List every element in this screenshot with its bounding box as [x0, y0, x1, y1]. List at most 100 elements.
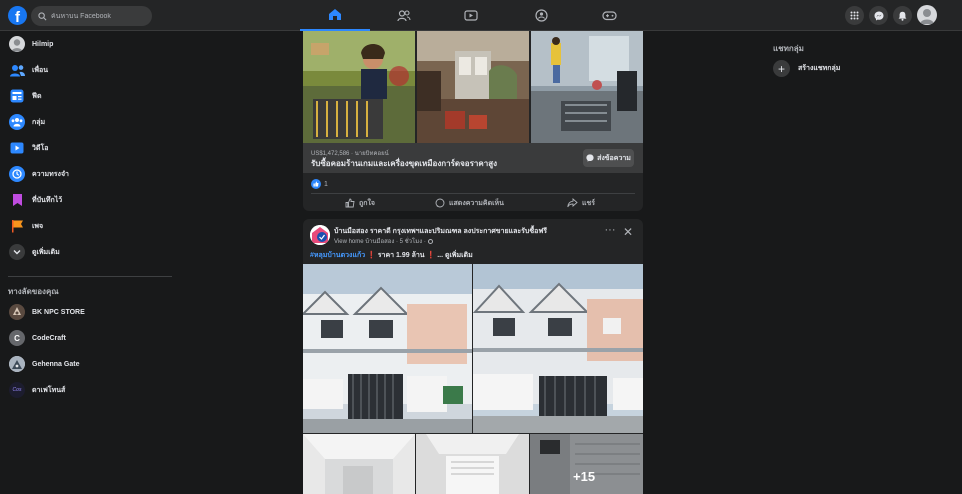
- sidebar-item-label: เพื่อน: [32, 66, 48, 74]
- shortcut-avatar: C: [9, 330, 25, 346]
- more-photos-count[interactable]: +15: [573, 469, 595, 484]
- chevron-down-icon: [9, 244, 25, 260]
- shortcut-label: CodeCraft: [32, 334, 66, 342]
- house-photo-2[interactable]: [473, 264, 643, 433]
- ad-photo-1[interactable]: [303, 31, 415, 143]
- messenger-icon: [586, 154, 594, 162]
- facebook-logo[interactable]: f: [8, 6, 27, 25]
- group-post-card: บ้านมือสอง ราคาดี กรุงเทพฯและปริมณฑล ลงป…: [303, 219, 643, 494]
- share-label: แชร์: [582, 199, 596, 207]
- send-message-button[interactable]: ส่งข้อความ: [583, 149, 634, 167]
- shortcut-item-gehenna-gate[interactable]: Gehenna Gate: [0, 351, 85, 377]
- comment-label: แสดงความคิดเห็น: [449, 199, 504, 207]
- page-avatar[interactable]: [310, 225, 330, 245]
- ad-photo-3[interactable]: [531, 31, 643, 143]
- video-icon: [9, 140, 25, 156]
- post-meta: View home บ้านมือสอง · 5 ชั่วโมง ·: [334, 236, 433, 246]
- feed-icon: [9, 88, 25, 104]
- like-reaction-icon: [311, 179, 321, 189]
- sidebar-item-friends[interactable]: เพื่อน: [0, 57, 180, 83]
- friends-icon: [397, 9, 411, 21]
- shortcut-item-codecraft[interactable]: C CodeCraft: [0, 325, 85, 351]
- shortcut-avatar: [9, 356, 25, 372]
- shortcut-label: BK NPC STORE: [32, 308, 85, 316]
- sidebar-item-feed[interactable]: ฟีด: [0, 83, 180, 109]
- send-message-label: ส่งข้อความ: [597, 154, 631, 162]
- friends-icon: [9, 62, 25, 78]
- tab-home[interactable]: [300, 0, 370, 31]
- globe-icon: [427, 238, 433, 244]
- reaction-count: 1: [324, 180, 328, 188]
- search-input[interactable]: [51, 12, 146, 20]
- share-icon: [567, 198, 578, 208]
- sidebar-item-profile[interactable]: Hilmip: [0, 31, 180, 57]
- like-button[interactable]: ถูกใจ: [345, 196, 375, 210]
- sidebar-item-label: ฟีด: [32, 92, 42, 100]
- flag-icon: [9, 218, 25, 234]
- shortcut-avatar: Cos: [9, 382, 25, 398]
- groups-icon: [534, 9, 548, 22]
- default-avatar-icon: [920, 9, 934, 24]
- post-hashtag[interactable]: #หลุมบ้านตวงแก้ว: [310, 252, 365, 259]
- interior-photo: [416, 434, 529, 494]
- sidebar-item-label: วิดีโอ: [32, 144, 49, 152]
- sidebar-item-see-more[interactable]: ดูเพิ่มเติม: [0, 239, 180, 265]
- ad-photo-2[interactable]: [417, 31, 529, 143]
- house-photo-3[interactable]: [303, 434, 415, 494]
- notifications-button[interactable]: [893, 6, 912, 25]
- menu-grid-icon: [850, 11, 859, 20]
- sidebar-item-pages[interactable]: เพจ: [0, 213, 180, 239]
- reaction-summary[interactable]: 1: [311, 179, 328, 189]
- sidebar-item-label: ที่บันทึกไว้: [32, 196, 63, 204]
- more-options-icon[interactable]: ···: [603, 225, 617, 239]
- profile-avatar[interactable]: [917, 5, 937, 25]
- comment-button[interactable]: แสดงความคิดเห็น: [435, 196, 504, 210]
- profile-avatar: [9, 36, 25, 52]
- sidebar-item-label: เพจ: [32, 222, 44, 230]
- top-navigation-bar: f: [0, 0, 962, 31]
- gaming-icon: [601, 11, 617, 21]
- menu-button[interactable]: [845, 6, 864, 25]
- close-icon[interactable]: ✕: [621, 225, 635, 239]
- mining-rig-photo: [303, 31, 415, 143]
- house-photo-4[interactable]: [416, 434, 529, 494]
- notifications-bell-icon: [898, 11, 907, 21]
- sidebar-item-memories[interactable]: ความทรงจำ: [0, 161, 180, 187]
- groups-icon: [9, 114, 25, 130]
- create-group-chat-button[interactable]: + สร้างแชทกลุ่ม: [773, 60, 840, 77]
- house-photo-5[interactable]: +15: [530, 434, 643, 494]
- sidebar-divider: [8, 276, 172, 277]
- shop-interior-photo: [417, 31, 529, 143]
- sponsored-post-card: US$1,472,586 · นายบิทคอยน์ รับซื้อคอมร้า…: [303, 31, 643, 211]
- sidebar-item-saved[interactable]: ที่บันทึกไว้: [0, 187, 180, 213]
- sidebar-item-video[interactable]: วิดีโอ: [0, 135, 180, 161]
- shortcut-avatar: [9, 304, 25, 320]
- create-group-chat-label: สร้างแชทกลุ่ม: [798, 65, 841, 72]
- tab-groups[interactable]: [506, 0, 576, 31]
- tab-friends[interactable]: [369, 0, 439, 31]
- share-button[interactable]: แชร์: [567, 196, 595, 210]
- ad-title: รับซื้อคอมร้านเกมและเครื่องขุดเหมืองการ์…: [311, 159, 497, 168]
- tab-gaming[interactable]: [574, 0, 644, 31]
- sidebar-item-label: Hilmip: [32, 40, 54, 48]
- messenger-button[interactable]: [869, 6, 888, 25]
- comment-icon: [435, 198, 445, 208]
- sidebar-item-label: กลุ่ม: [32, 118, 46, 126]
- bookmark-icon: [9, 192, 25, 208]
- search-bar[interactable]: [31, 6, 152, 26]
- sidebar-item-label: ความทรงจำ: [32, 170, 69, 178]
- left-sidebar: Hilmip เพื่อน ฟีด กลุ่ม วิดีโอ ความทรงจำ: [0, 31, 180, 265]
- shortcut-item-bk-npc-store[interactable]: BK NPC STORE: [0, 299, 85, 325]
- shortcut-item-cosmetics[interactable]: Cos ดาเฟโทนส์: [0, 377, 85, 403]
- house-photo-1[interactable]: [303, 264, 472, 433]
- tab-watch[interactable]: [436, 0, 506, 31]
- interior-photo: [303, 434, 415, 494]
- see-more-link[interactable]: ดูเพิ่มเติม: [443, 252, 473, 259]
- sidebar-item-label: ดูเพิ่มเติม: [32, 248, 60, 256]
- group-chats-header: แชทกลุ่ม: [773, 44, 804, 53]
- watch-icon: [464, 10, 478, 21]
- interior-photo: [530, 434, 643, 494]
- memories-clock-icon: [9, 166, 25, 182]
- ad-link-bar[interactable]: US$1,472,586 · นายบิทคอยน์ รับซื้อคอมร้า…: [303, 143, 643, 173]
- sidebar-item-groups[interactable]: กลุ่ม: [0, 109, 180, 135]
